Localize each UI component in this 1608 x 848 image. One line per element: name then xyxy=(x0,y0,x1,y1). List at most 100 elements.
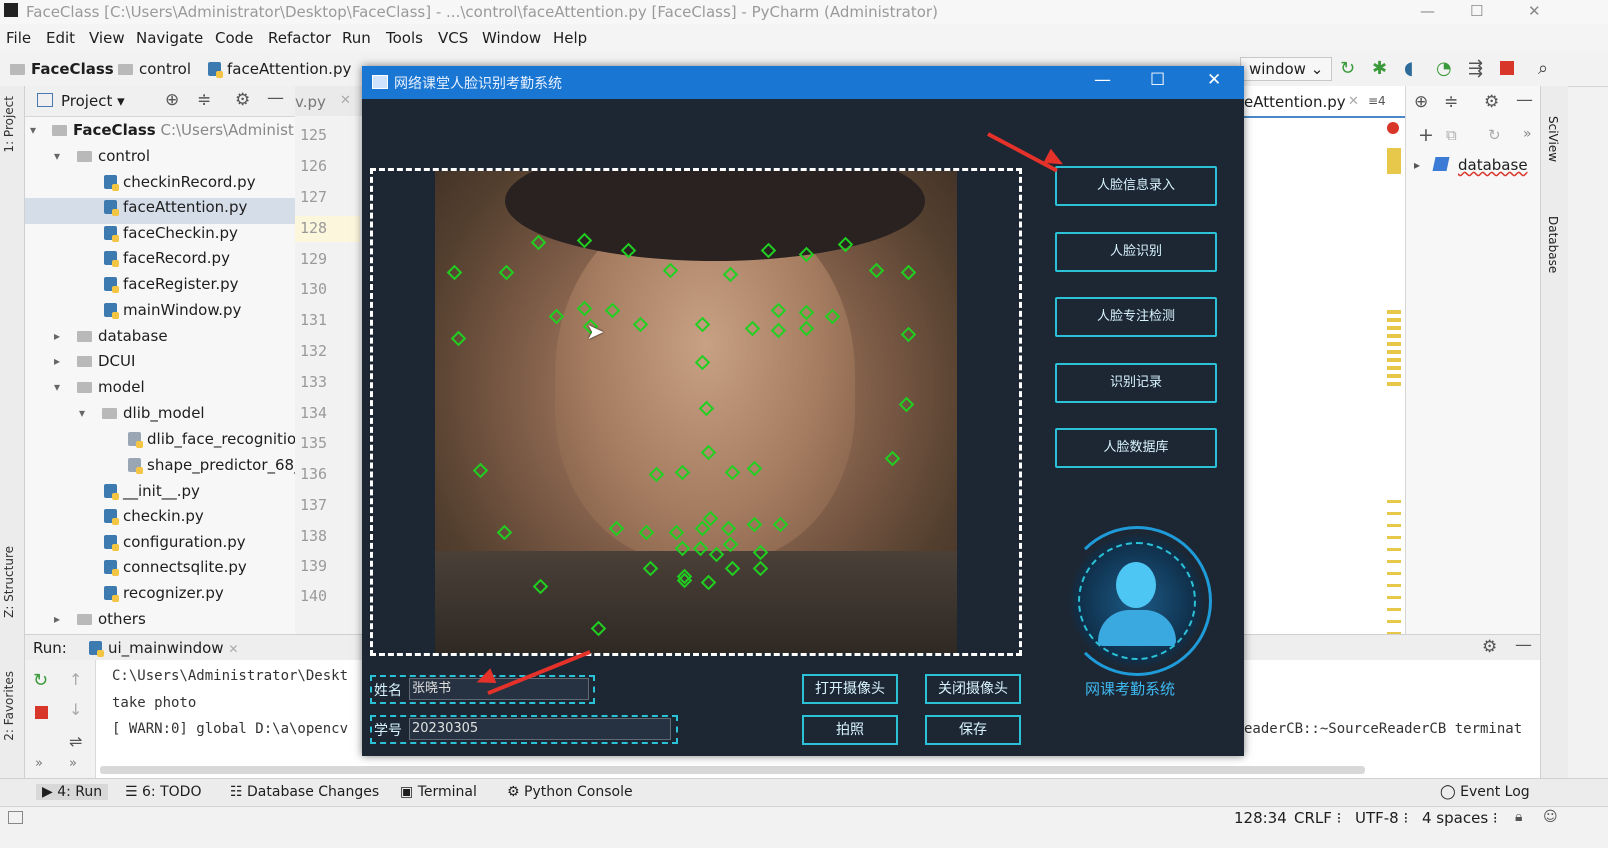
tree-item-file[interactable]: dlib_face_recognitior xyxy=(128,430,302,448)
tree-item-file[interactable]: checkinRecord.py xyxy=(104,173,256,191)
debug-icon[interactable]: ✱ xyxy=(1372,58,1387,79)
menu-edit[interactable]: Edit xyxy=(46,29,75,47)
tree-expand-arrow[interactable]: ▾ xyxy=(79,406,85,420)
run-config-select[interactable]: window ⌄ xyxy=(1240,57,1333,81)
recognition-record-button[interactable]: 识别记录 xyxy=(1055,363,1217,403)
gear-icon[interactable]: ⚙ xyxy=(1484,92,1499,112)
menu-vcs[interactable]: VCS xyxy=(438,29,468,47)
hide-icon[interactable]: — xyxy=(1515,635,1532,655)
database-item[interactable]: database xyxy=(1458,156,1528,174)
tree-expand-arrow[interactable]: ▾ xyxy=(54,149,60,163)
menu-run[interactable]: Run xyxy=(342,29,371,47)
tree-item-root[interactable]: FaceClass C:\Users\Administrat xyxy=(52,121,315,139)
gear-icon[interactable]: ⚙ xyxy=(1482,637,1497,657)
collapse-icon[interactable]: ≑ xyxy=(1444,92,1458,112)
tool-tab-run[interactable]: ▶ 4: Run xyxy=(36,784,109,800)
menu-window[interactable]: Window xyxy=(482,29,541,47)
tabs-menu-icon[interactable]: ≡4 xyxy=(1368,94,1386,108)
tree-item-file[interactable]: connectsqlite.py xyxy=(104,558,247,576)
horizontal-scrollbar[interactable] xyxy=(100,766,1365,774)
tool-tab-database-changes[interactable]: ☷ Database Changes xyxy=(230,784,379,800)
add-icon[interactable]: + xyxy=(1418,124,1434,146)
tree-item-file[interactable]: configuration.py xyxy=(104,533,246,551)
tree-item-file-selected[interactable]: faceAttention.py xyxy=(104,198,247,216)
close-camera-button[interactable]: 关闭摄像头 xyxy=(925,674,1021,704)
face-register-button[interactable]: 人脸信息录入 xyxy=(1055,166,1217,206)
menu-file[interactable]: File xyxy=(6,29,31,47)
open-camera-button[interactable]: 打开摄像头 xyxy=(802,674,898,704)
editor-tab-active[interactable]: eAttention.py ✕ ≡4 xyxy=(1244,86,1405,118)
tree-expand-arrow[interactable]: ▾ xyxy=(54,380,60,394)
inspector-icon[interactable]: ☺ xyxy=(1543,809,1558,825)
tree-item-others[interactable]: others xyxy=(77,610,146,628)
menu-tools[interactable]: Tools xyxy=(386,29,423,47)
close-tab-icon[interactable]: ✕ xyxy=(1348,94,1359,109)
file-encoding[interactable]: UTF-8 ⁝ xyxy=(1355,809,1408,827)
maximize-icon[interactable]: ☐ xyxy=(1150,70,1165,90)
layout-icon[interactable] xyxy=(8,811,23,824)
close-icon[interactable]: ✕ xyxy=(1528,2,1541,20)
rerun-icon[interactable]: ↻ xyxy=(1340,58,1355,79)
tree-collapse-arrow[interactable]: ▸ xyxy=(54,354,60,368)
gear-icon[interactable]: ⚙ xyxy=(235,90,250,110)
up-icon[interactable]: ↑ xyxy=(69,670,82,689)
hide-icon[interactable]: — xyxy=(1516,90,1533,110)
caret-position[interactable]: 128:34 xyxy=(1234,809,1287,827)
close-icon[interactable]: ✕ xyxy=(1207,70,1221,90)
capture-photo-button[interactable]: 拍照 xyxy=(802,715,898,745)
minimize-icon[interactable]: — xyxy=(1094,70,1111,90)
tree-item-file[interactable]: faceCheckin.py xyxy=(104,224,238,242)
copy-icon[interactable]: ⧉ xyxy=(1446,126,1457,144)
tree-item-dlib-model[interactable]: dlib_model xyxy=(102,404,205,422)
tool-tab-terminal[interactable]: ▣ Terminal xyxy=(400,784,477,800)
tool-tab-todo[interactable]: ☰ 6: TODO xyxy=(125,784,201,800)
breadcrumb-file[interactable]: faceAttention.py xyxy=(208,60,351,78)
tool-tab-database[interactable]: Database xyxy=(1546,216,1560,273)
menu-refactor[interactable]: Refactor xyxy=(268,29,331,47)
collapse-icon[interactable]: ≑ xyxy=(197,90,211,110)
tool-tab-python-console[interactable]: ⚙ Python Console xyxy=(507,784,633,800)
tool-tab-structure[interactable]: Z: Structure xyxy=(2,546,16,618)
coverage-icon[interactable]: ◖ xyxy=(1404,58,1413,79)
down-icon[interactable]: ↓ xyxy=(69,700,82,719)
save-button[interactable]: 保存 xyxy=(925,715,1021,745)
breadcrumb-control[interactable]: control xyxy=(118,60,191,78)
breadcrumb-project[interactable]: FaceClass xyxy=(10,60,114,78)
refresh-icon[interactable]: ↻ xyxy=(1488,126,1501,144)
rerun-icon[interactable]: ↻ xyxy=(33,670,48,691)
search-icon[interactable]: ⌕ xyxy=(1538,58,1548,79)
close-tab-icon[interactable]: ✕ xyxy=(228,642,238,656)
tree-collapse-arrow[interactable]: ▸ xyxy=(54,612,60,626)
stop-icon[interactable] xyxy=(1500,61,1514,75)
editor-tab[interactable]: v.py xyxy=(295,93,326,111)
close-tab-icon[interactable]: ✕ xyxy=(340,93,351,108)
tool-tab-sciview[interactable]: SciView xyxy=(1546,116,1560,162)
lock-icon[interactable]: 🔒︎ xyxy=(1515,809,1522,825)
tree-item-dcui[interactable]: DCUI xyxy=(77,352,135,370)
tree-collapse-arrow[interactable]: ▸ xyxy=(1414,158,1420,172)
project-view-select[interactable]: Project ▾ xyxy=(61,92,125,110)
locate-icon[interactable]: ⊕ xyxy=(165,90,179,110)
tree-collapse-arrow[interactable]: ▸ xyxy=(54,329,60,343)
line-separator[interactable]: CRLF ⁝ xyxy=(1294,809,1341,827)
tree-item-file[interactable]: mainWindow.py xyxy=(104,301,241,319)
more-icon[interactable]: » xyxy=(1523,126,1532,142)
tree-item-database[interactable]: database xyxy=(77,327,168,345)
minimize-icon[interactable]: — xyxy=(1420,2,1435,20)
tool-tab-favorites[interactable]: 2: Favorites xyxy=(2,671,16,741)
face-attention-button[interactable]: 人脸专注检测 xyxy=(1055,297,1217,337)
tree-item-control[interactable]: control xyxy=(77,147,150,165)
menu-navigate[interactable]: Navigate xyxy=(136,29,203,47)
wrap-icon[interactable]: ⇌ xyxy=(69,732,82,751)
indent-setting[interactable]: 4 spaces ⁝ xyxy=(1422,809,1498,827)
more-icon[interactable]: » xyxy=(69,756,77,771)
tree-item-file[interactable]: faceRecord.py xyxy=(104,249,230,267)
hide-icon[interactable]: — xyxy=(267,88,284,108)
tree-item-file[interactable]: checkin.py xyxy=(104,507,204,525)
event-log-button[interactable]: ◯ Event Log xyxy=(1440,784,1530,800)
globe-icon[interactable]: ⊕ xyxy=(1414,92,1428,112)
tree-item-file[interactable]: recognizer.py xyxy=(104,584,224,602)
more-icon[interactable]: » xyxy=(35,756,43,771)
tool-tab-project[interactable]: 1: Project xyxy=(2,96,16,153)
menu-code[interactable]: Code xyxy=(215,29,253,47)
